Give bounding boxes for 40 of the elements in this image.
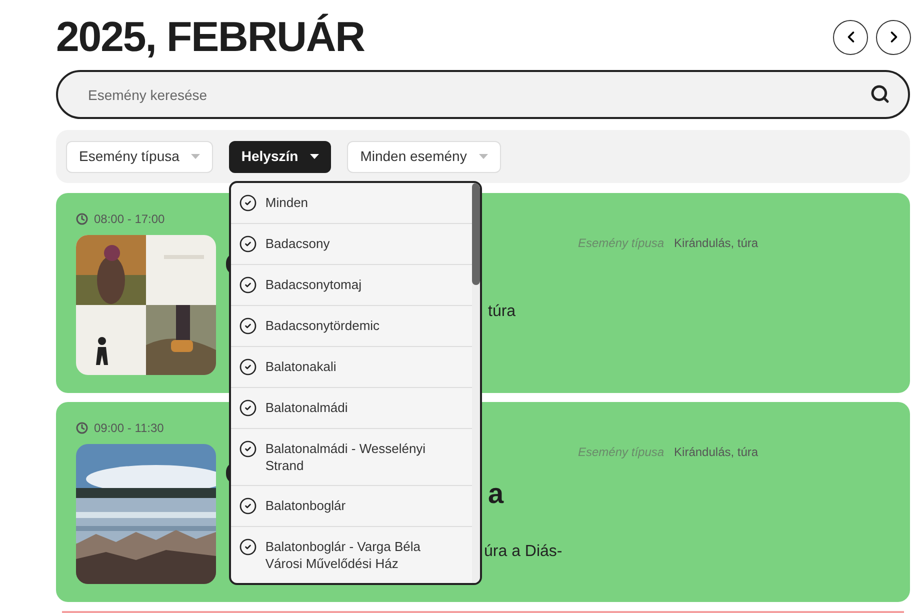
- option-label: Balatonalmádi - Wesselényi Strand: [265, 440, 427, 474]
- check-circle-icon: [239, 194, 258, 212]
- filter-dropdown[interactable]: Minden esemény: [347, 140, 501, 172]
- caret-icon: [478, 154, 488, 159]
- option-label: Minden: [265, 194, 308, 210]
- check-circle-icon: [239, 358, 258, 376]
- option-label: Badacsonytomaj: [265, 276, 362, 292]
- next-month-button[interactable]: [876, 20, 911, 54]
- check-circle-icon: [239, 538, 258, 556]
- filter-dropdown[interactable]: Esemény típusa: [66, 140, 214, 172]
- filter-dropdown[interactable]: Helyszín: [229, 140, 332, 172]
- scrollbar-thumb[interactable]: [472, 182, 480, 284]
- option-label: Badacsonytördemic: [265, 316, 380, 334]
- event-type-value: Kirándulás, túra: [674, 235, 758, 252]
- caret-icon: [191, 154, 200, 159]
- event-time: 09:00 - 11:30: [94, 420, 164, 437]
- event-title: a: [488, 480, 504, 508]
- clock-icon: [76, 213, 88, 225]
- option-label: Balatonakali: [265, 358, 336, 374]
- option-label: Balatonboglár - Varga Béla Városi Művelődési Ház: [265, 538, 422, 572]
- event-time: 08:00 - 17:00: [94, 211, 165, 228]
- check-circle-icon: [239, 496, 258, 514]
- month-heading: 2025, FEBRUÁR: [56, 16, 364, 58]
- check-circle-icon: [239, 398, 258, 416]
- event-type-label: Esemény típusa: [578, 235, 664, 252]
- check-circle-icon: [239, 276, 258, 294]
- previous-month-button[interactable]: [833, 20, 868, 54]
- check-circle-icon: [239, 234, 258, 252]
- search-field[interactable]: Esemény keresése: [56, 70, 910, 119]
- search-icon[interactable]: [870, 84, 890, 104]
- check-circle-icon: [239, 316, 258, 334]
- check-circle-icon: [239, 440, 258, 458]
- event-type-label: Esemény típusa: [578, 444, 664, 461]
- option-label: Badacsony: [265, 234, 330, 252]
- event-description: túra: [488, 302, 516, 322]
- option-label: Balatonboglár: [265, 496, 346, 514]
- event-description: úra a Diás-: [484, 542, 562, 562]
- event-type-value: Kirándulás, túra: [674, 444, 758, 461]
- clock-icon: [76, 422, 88, 434]
- caret-icon: [310, 154, 320, 159]
